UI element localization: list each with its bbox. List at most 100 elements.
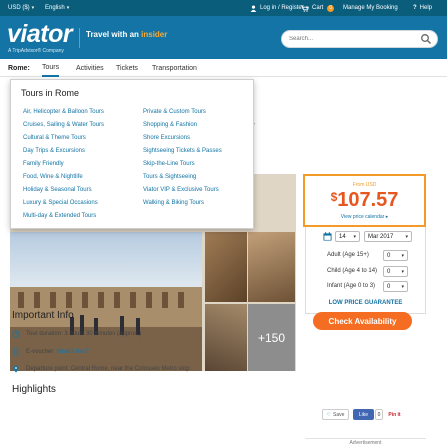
check-availability-button[interactable]: Check Availability — [313, 312, 412, 330]
chevron-down-icon: ▾ — [66, 5, 70, 11]
tour-category-link[interactable]: Viator VIP & Exclusive Tours — [143, 187, 219, 193]
info-departure: Departure point: Central Rome, near the … — [12, 365, 190, 373]
nav-tab-tours[interactable]: Tours — [42, 59, 60, 77]
tour-category-link[interactable]: Day Trips & Excursions — [23, 148, 85, 154]
tour-category-link[interactable]: Food, Wine & Nightlife — [23, 174, 83, 180]
cart-count-badge: 0 — [327, 4, 335, 12]
chevron-down-icon: ▾ — [401, 253, 404, 259]
tour-category-link[interactable]: Shopping & Fashion — [143, 122, 197, 128]
info-duration: Tour duration: 3 hours 30 minutes (appro… — [12, 330, 141, 338]
pinterest-button[interactable]: Pin it — [387, 409, 402, 420]
price-value: $107.57 — [305, 189, 424, 212]
adult-label: Adult (Age 15+) — [327, 252, 369, 258]
chevron-down-icon: ▾ — [353, 234, 356, 240]
search-input[interactable] — [281, 30, 438, 48]
gallery-thumb-2[interactable] — [248, 232, 295, 302]
tour-category-link[interactable]: Sightseeing Tickets & Passes — [143, 148, 222, 154]
logo-subtitle: A TripAdvisor® Company — [8, 48, 64, 54]
child-label: Child (Age 4 to 14) — [327, 268, 378, 274]
advertisement-label: Advertisement — [349, 440, 382, 446]
duration-text: Tour duration: 3 hours 30 minutes (appro… — [26, 331, 142, 337]
tour-category-link[interactable]: Cultural & Theme Tours — [23, 135, 86, 141]
viator-logo[interactable]: viator — [7, 20, 73, 48]
search-icon[interactable] — [420, 33, 432, 45]
tour-category-link[interactable]: Family Friendly — [23, 161, 64, 167]
price-calendar-link[interactable]: View price calendar ▸ — [305, 214, 424, 220]
help-link[interactable]: ? Help — [413, 0, 432, 16]
manage-booking-label: Manage My Booking — [343, 5, 398, 11]
nav-city-label: Rome: — [8, 64, 30, 72]
top-utility-bar: USD ($) ▾ English ▾ Log in / Register ▾ Car… — [0, 0, 447, 16]
chevron-down-icon: ▾ — [401, 269, 404, 275]
tour-category-link[interactable]: Walking & Biking Tours — [143, 200, 204, 206]
mobile-phone-icon — [13, 348, 19, 356]
facebook-like-button[interactable]: Like — [353, 409, 374, 420]
price-box: From USD $107.57 View price calendar ▸ — [303, 174, 426, 227]
login-label: Log in / Register — [260, 5, 304, 11]
infant-label: Infant (Age 0 to 3) — [327, 283, 376, 289]
login-register-link[interactable]: Log in / Register ▾ — [250, 0, 308, 16]
adult-count-select[interactable]: 0 ▾ — [383, 250, 408, 261]
tagline-text: Travel with an — [86, 30, 142, 39]
child-count-value: 0 — [387, 268, 391, 275]
chevron-down-icon: ▾ — [401, 284, 404, 290]
important-info-heading: Important Info — [12, 310, 74, 321]
price-amount: 107.57 — [337, 189, 399, 211]
nav-tab-activities[interactable]: Activities — [76, 59, 104, 77]
gallery-thumb-3[interactable] — [205, 304, 247, 371]
save-label: Save — [333, 411, 345, 418]
clock-icon — [12, 330, 20, 338]
day-select[interactable]: 14 ▾ — [335, 231, 360, 242]
tour-category-link[interactable]: Cruises, Sailing & Water Tours — [23, 122, 104, 128]
cart-icon — [301, 4, 309, 12]
day-value: 14 — [339, 233, 346, 240]
header-tagline: Travel with an insider — [86, 30, 167, 39]
tour-category-link[interactable]: Holiday & Seasonal Tours — [23, 187, 92, 193]
language-selector[interactable]: English ▾ — [45, 0, 69, 16]
nav-tab-tickets[interactable]: Tickets — [116, 59, 138, 77]
like-label: Like — [358, 411, 369, 418]
highlights-heading: Highlights — [12, 384, 56, 395]
month-value: Mar 2017 — [368, 233, 394, 240]
heart-icon: ♡ — [326, 411, 332, 418]
site-header: viator A TripAdvisor® Company Travel wit… — [0, 16, 447, 59]
like-count: 0 — [375, 409, 383, 420]
tour-category-link[interactable]: Shore Excursions — [143, 135, 190, 141]
low-price-guarantee-link[interactable]: LOW PRICE GUARANTEE — [305, 300, 426, 306]
cart-label: Cart — [312, 5, 324, 11]
manage-booking-link[interactable]: Manage My Booking — [343, 0, 398, 16]
help-icon: ? — [413, 5, 417, 11]
cart-link[interactable]: Cart 0 — [301, 0, 335, 16]
month-select[interactable]: Mar 2017 ▾ — [364, 231, 412, 242]
gallery-thumb-1[interactable] — [205, 232, 247, 302]
ad-divider — [305, 438, 426, 439]
infant-count-value: 0 — [387, 283, 391, 290]
language-label: English — [45, 5, 65, 11]
infant-count-select[interactable]: 0 ▾ — [383, 281, 408, 292]
destination-nav: Rome: Tours Activities Tickets Transport… — [0, 59, 447, 77]
tour-category-link[interactable]: Luxury & Special Occasions — [23, 200, 98, 206]
help-label: Help — [419, 5, 433, 11]
chevron-down-icon: ▾ — [31, 5, 35, 11]
tour-category-link[interactable]: Private & Custom Tours — [143, 109, 206, 115]
info-voucher: E-voucher What's this? — [12, 348, 89, 356]
tour-category-link[interactable]: Multi-day & Extended Tours — [23, 213, 96, 219]
currency-label: USD ($) — [8, 5, 30, 11]
tour-category-link[interactable]: Tours & Sightseeing — [143, 174, 196, 180]
calendar-icon[interactable] — [323, 232, 332, 241]
save-button[interactable]: ♡ Save — [322, 409, 349, 420]
dropdown-title: Tours in Rome — [21, 88, 80, 98]
child-count-select[interactable]: 0 ▾ — [383, 266, 408, 277]
nav-tab-transportation[interactable]: Transportation — [152, 59, 197, 77]
user-icon — [250, 4, 257, 12]
tour-category-link[interactable]: Skip-the-Line Tours — [143, 161, 195, 167]
more-photos-button[interactable]: +150 — [248, 304, 295, 371]
map-pin-icon — [13, 365, 19, 373]
currency-selector[interactable]: USD ($) ▾ — [8, 0, 34, 16]
tagline-accent: insider — [141, 30, 168, 39]
voucher-help-link[interactable]: What's this? — [56, 349, 89, 355]
adult-count-value: 0 — [387, 252, 391, 259]
from-label: From USD — [352, 182, 377, 188]
tour-category-link[interactable]: Air, Helicopter & Balloon Tours — [23, 109, 104, 115]
tours-dropdown-menu: Tours in Rome Air, Helicopter & Balloon … — [10, 79, 254, 229]
